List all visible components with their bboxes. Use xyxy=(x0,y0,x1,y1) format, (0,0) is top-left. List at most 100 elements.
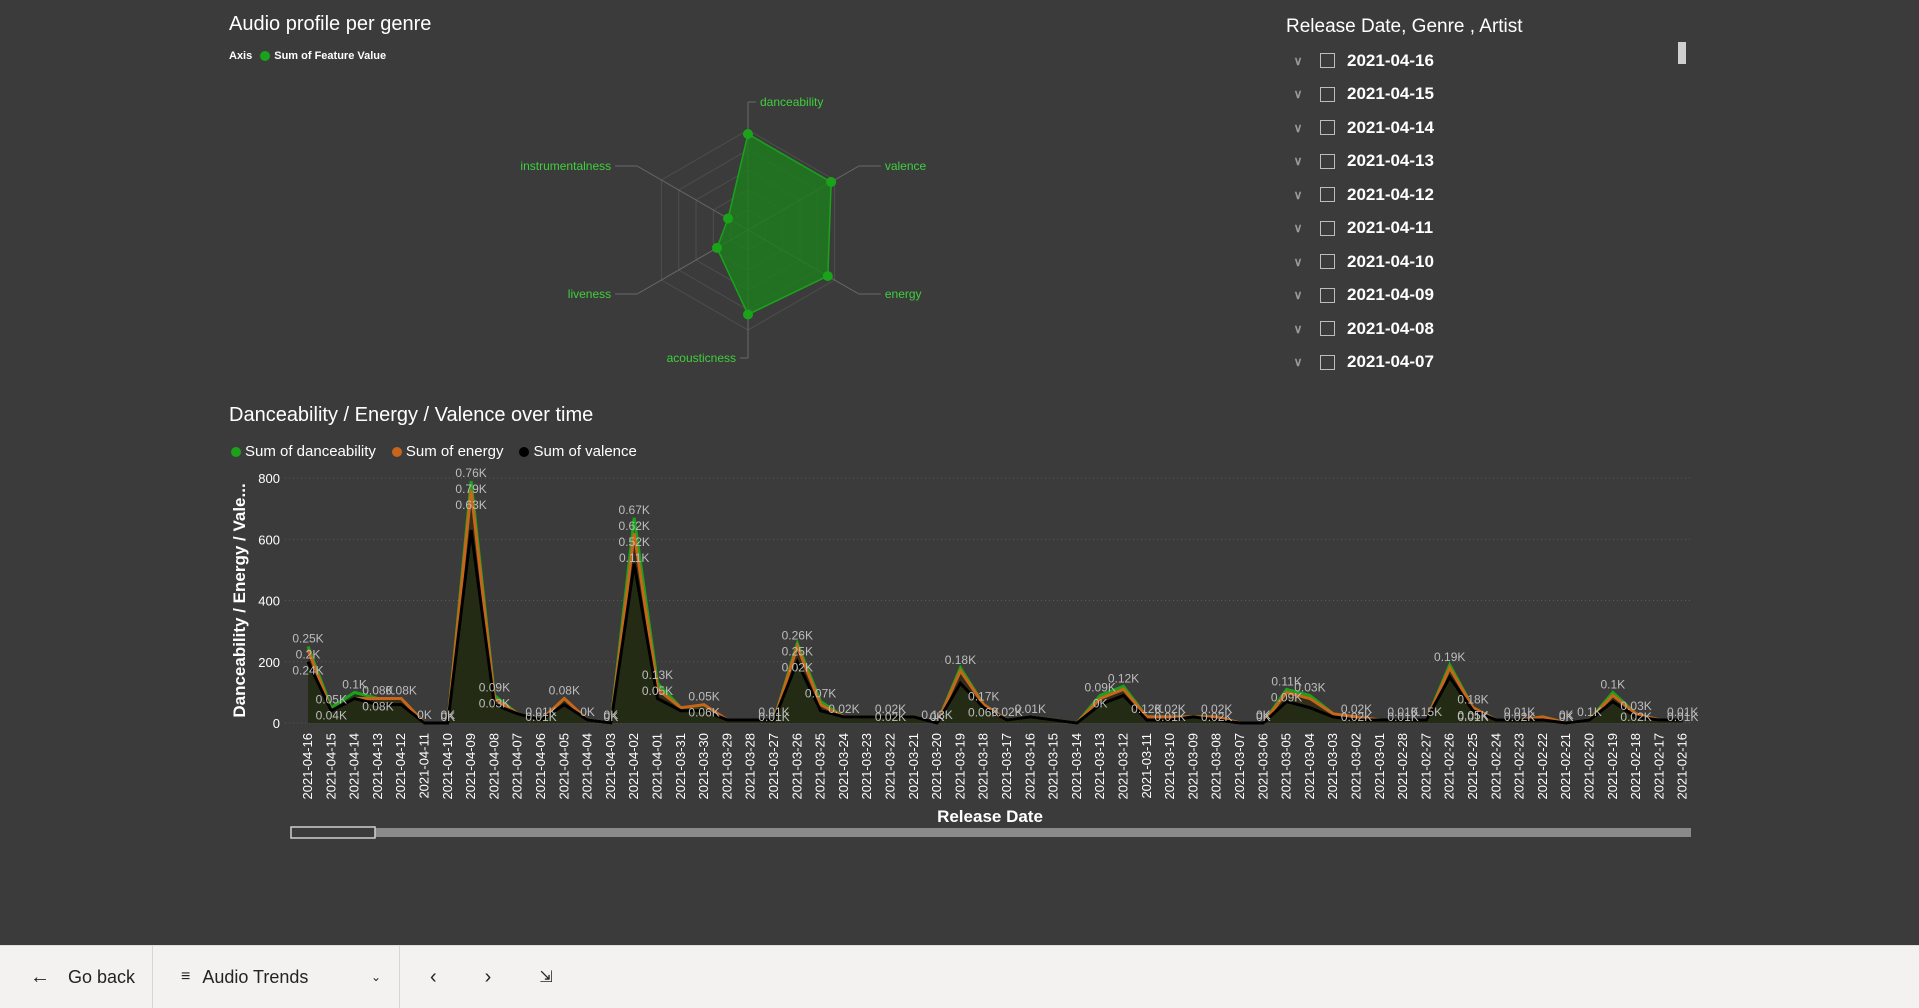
checkbox[interactable] xyxy=(1320,321,1335,337)
radar-axis-label: energy xyxy=(885,287,922,301)
slicer-item[interactable]: ∨ 2021-04-07 xyxy=(1286,346,1696,380)
slicer-item[interactable]: ∨ 2021-04-15 xyxy=(1286,78,1696,112)
chevron-down-icon[interactable]: ∨ xyxy=(1288,288,1308,302)
x-tick-label: 2021-02-26 xyxy=(1442,733,1457,800)
next-page-button[interactable]: › xyxy=(485,966,492,989)
data-label: 0.63K xyxy=(455,498,486,512)
y-tick-label: 800 xyxy=(258,471,280,486)
line-legend-item[interactable]: Sum of energy xyxy=(391,443,503,460)
x-tick-label: 2021-03-21 xyxy=(906,733,921,800)
x-tick-label: 2021-02-24 xyxy=(1488,733,1503,800)
data-label: 0.01K xyxy=(758,710,789,724)
slicer-item[interactable]: ∨2021-04-06 xyxy=(1286,379,1696,388)
legend-dot-icon xyxy=(519,446,530,457)
slicer-item[interactable]: ∨ 2021-04-11 xyxy=(1286,212,1696,246)
checkbox[interactable] xyxy=(1320,287,1335,303)
radar-point xyxy=(822,271,833,282)
x-tick-label: 2021-03-16 xyxy=(1022,733,1037,800)
checkbox[interactable] xyxy=(1320,220,1335,236)
slicer-scrollbar[interactable] xyxy=(1678,42,1686,64)
data-label: 0.13K xyxy=(642,668,673,682)
release-date-slicer[interactable]: Release Date, Genre , Artist ∨ 2021-04-16… xyxy=(1286,16,1696,388)
slicer-item[interactable]: ∨ 2021-04-12 xyxy=(1286,178,1696,212)
slicer-item-label: 2021-04-16 xyxy=(1347,50,1434,70)
data-label: 0.02K xyxy=(828,702,859,716)
exit-fullscreen-icon[interactable]: ⇲ xyxy=(539,967,552,987)
slicer-item[interactable]: ∨ 2021-04-13 xyxy=(1286,145,1696,179)
page-nav: ‹ › ⇲ xyxy=(400,946,553,1008)
data-label: 0.19K xyxy=(1434,650,1465,664)
line-legend-item[interactable]: Sum of valence xyxy=(519,443,637,460)
radar-point xyxy=(743,309,753,320)
x-scrollbar-thumb[interactable] xyxy=(290,826,376,839)
checkbox[interactable] xyxy=(1320,187,1335,203)
x-tick-label: 2021-04-10 xyxy=(440,733,455,800)
legend-dot-icon xyxy=(260,51,271,61)
slicer-item-label: 2021-04-09 xyxy=(1347,285,1434,305)
data-label: 0.12K xyxy=(1108,671,1139,685)
slicer-item[interactable]: ∨ 2021-04-16 xyxy=(1286,44,1696,78)
data-label: 0K xyxy=(1559,710,1574,724)
chevron-down-icon[interactable]: ∨ xyxy=(1288,322,1308,336)
y-axis-title: Danceability / Energy / Vale... xyxy=(230,483,249,717)
radar-point xyxy=(711,242,722,253)
x-tick-label: 2021-02-28 xyxy=(1395,733,1410,800)
chevron-down-icon[interactable]: ∨ xyxy=(1288,54,1308,68)
slicer-item[interactable]: ∨ 2021-04-14 xyxy=(1286,111,1696,145)
x-scrollbar-track[interactable] xyxy=(291,828,1691,837)
chevron-down-icon[interactable]: ∨ xyxy=(1288,255,1308,269)
x-tick-label: 2021-03-20 xyxy=(929,733,944,800)
slicer-item-label: 2021-04-10 xyxy=(1347,251,1434,271)
x-tick-label: 2021-03-07 xyxy=(1232,733,1247,800)
checkbox[interactable] xyxy=(1320,120,1335,136)
go-back-button[interactable]: ← Go back xyxy=(0,946,153,1008)
checkbox[interactable] xyxy=(1320,86,1335,102)
data-label: 0.08K xyxy=(549,684,580,698)
line-legend-item[interactable]: Sum of danceability xyxy=(231,443,376,460)
data-label: 0.03K xyxy=(1294,680,1325,694)
data-label: 0K xyxy=(930,710,945,724)
arrow-left-icon: ← xyxy=(30,965,50,988)
data-label: 0.18K xyxy=(945,653,976,667)
data-label: 0.01K xyxy=(1667,710,1698,724)
radar-legend-item[interactable]: Sum of Feature Value xyxy=(260,50,386,62)
x-tick-label: 2021-03-01 xyxy=(1372,733,1387,800)
x-tick-label: 2021-04-09 xyxy=(463,733,478,800)
line-chart[interactable]: 0 200 400 600 800 Danceability / Energy / Val… xyxy=(225,460,1725,840)
x-tick-label: 2021-03-19 xyxy=(952,733,967,800)
previous-page-button[interactable]: ‹ xyxy=(430,966,437,989)
series-area xyxy=(308,490,1683,723)
x-tick-label: 2021-02-16 xyxy=(1675,733,1690,800)
slicer-item[interactable]: ∨ 2021-04-08 xyxy=(1286,312,1696,346)
slicer-item-label: 2021-04-11 xyxy=(1347,218,1434,238)
x-tick-label: 2021-04-05 xyxy=(556,733,571,800)
page-selector[interactable]: ≡ Audio Trends ⌄ xyxy=(153,946,400,1008)
x-tick-label: 2021-03-28 xyxy=(743,733,758,800)
data-label: 0K xyxy=(580,705,595,719)
data-label: 0K xyxy=(1093,696,1108,710)
x-tick-label: 2021-03-27 xyxy=(766,733,781,800)
slicer-item[interactable]: ∨ 2021-04-09 xyxy=(1286,279,1696,313)
slicer-item-label: 2021-04-07 xyxy=(1347,352,1434,372)
y-tick-label: 600 xyxy=(258,532,280,547)
chevron-down-icon[interactable]: ∨ xyxy=(1288,188,1308,202)
checkbox[interactable] xyxy=(1320,354,1335,370)
chevron-down-icon[interactable]: ∨ xyxy=(1288,121,1308,135)
slicer-item-label: 2021-04-13 xyxy=(1347,151,1434,171)
x-tick-label: 2021-03-04 xyxy=(1302,733,1317,800)
x-tick-label: 2021-03-14 xyxy=(1069,733,1084,800)
chevron-down-icon[interactable]: ∨ xyxy=(1288,87,1308,101)
checkbox[interactable] xyxy=(1320,53,1335,69)
chevron-down-icon[interactable]: ∨ xyxy=(1288,355,1308,369)
chevron-down-icon[interactable]: ∨ xyxy=(1288,221,1308,235)
radar-chart[interactable]: danceability valence energy acousticness liv… xyxy=(480,70,980,390)
data-label: 0K xyxy=(440,710,455,724)
checkbox[interactable] xyxy=(1320,254,1335,270)
slicer-item[interactable]: ∨ 2021-04-10 xyxy=(1286,245,1696,279)
page-list-icon: ≡ xyxy=(181,968,191,985)
data-label: 0.07K xyxy=(805,687,836,701)
x-axis-title: Release Date xyxy=(937,807,1043,826)
data-label: 0.17K xyxy=(968,690,999,704)
checkbox[interactable] xyxy=(1320,153,1335,169)
chevron-down-icon[interactable]: ∨ xyxy=(1288,154,1308,168)
